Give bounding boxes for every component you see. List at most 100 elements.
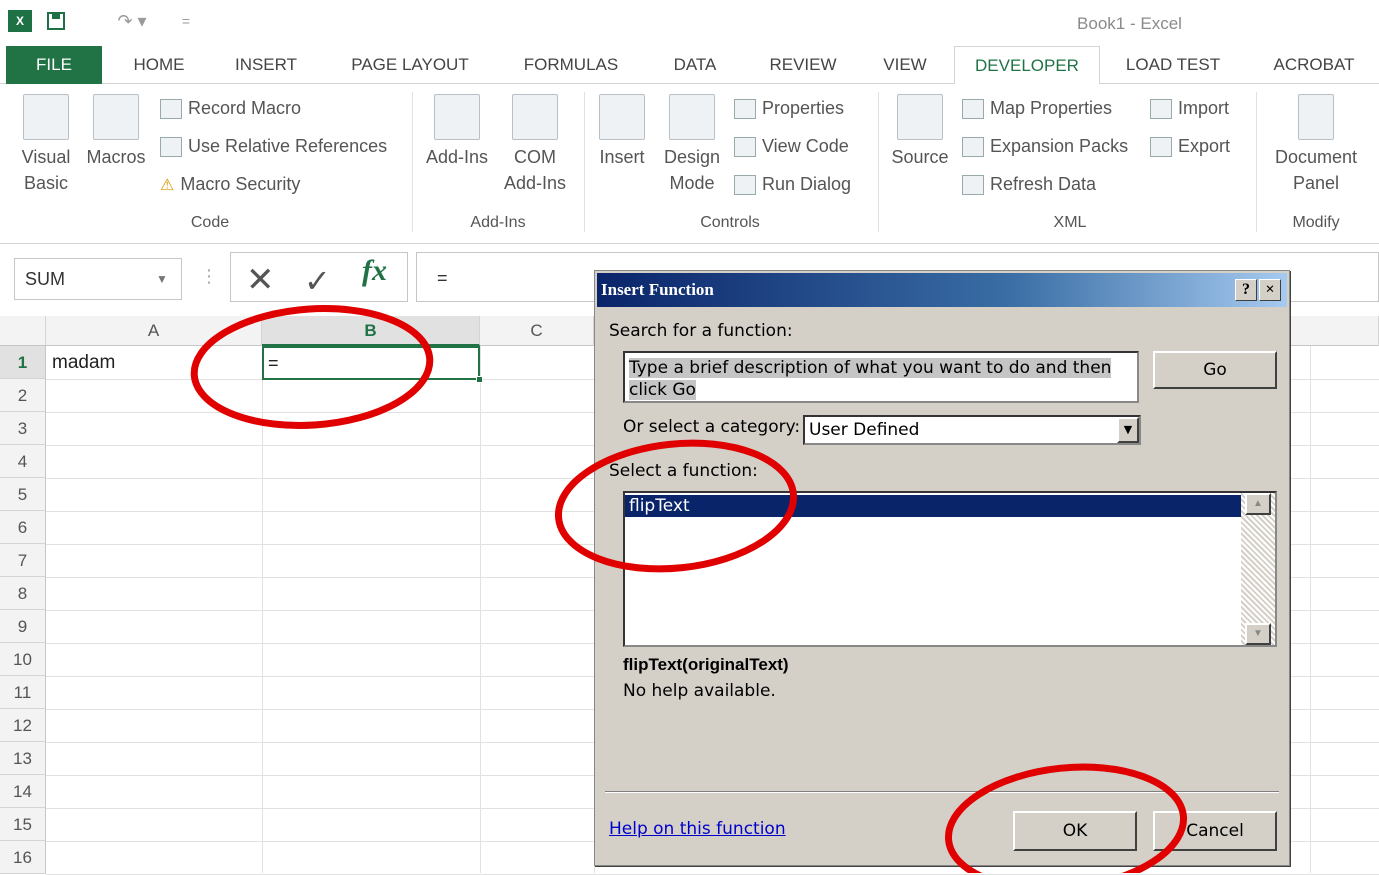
relative-references-icon	[160, 136, 182, 157]
record-macro-button[interactable]: Record Macro	[160, 98, 301, 119]
row-header-11[interactable]: 11	[0, 676, 46, 709]
ribbon: Visual Basic Macros Record Macro Use Rel…	[0, 84, 1379, 244]
row-header-4[interactable]: 4	[0, 445, 46, 478]
select-all-corner[interactable]	[0, 316, 46, 346]
group-separator	[584, 92, 585, 232]
import-button[interactable]: Import	[1150, 98, 1229, 119]
map-properties-button[interactable]: Map Properties	[962, 98, 1112, 119]
macros-button[interactable]: Macros	[82, 94, 150, 170]
document-panel-icon	[1298, 94, 1334, 140]
gridline-column	[262, 346, 263, 873]
insert-control-button[interactable]: Insert	[592, 94, 652, 170]
expansion-packs-button[interactable]: Expansion Packs	[962, 136, 1128, 157]
row-header-2[interactable]: 2	[0, 379, 46, 412]
tab-insert[interactable]: INSERT	[228, 46, 304, 84]
check-icon[interactable]: ✓	[304, 262, 331, 300]
row-header-16[interactable]: 16	[0, 841, 46, 874]
go-button[interactable]: Go	[1153, 351, 1277, 389]
row-header-1[interactable]: 1	[0, 346, 46, 379]
tab-developer[interactable]: DEVELOPER	[954, 46, 1100, 85]
refresh-data-icon	[962, 174, 984, 195]
add-ins-button[interactable]: Add-Ins	[418, 94, 496, 170]
macro-security-button[interactable]: ⚠ Macro Security	[160, 174, 300, 195]
expansion-packs-icon	[962, 136, 984, 157]
dialog-title: Insert Function	[601, 280, 714, 299]
tab-formulas[interactable]: FORMULAS	[514, 46, 628, 84]
function-description: No help available.	[623, 681, 776, 701]
tab-acrobat[interactable]: ACROBAT	[1262, 46, 1366, 84]
group-label-add-ins: Add-Ins	[470, 214, 526, 231]
tab-view[interactable]: VIEW	[876, 46, 934, 84]
column-header-b[interactable]: B	[262, 316, 480, 346]
insert-function-icon[interactable]: fx	[362, 254, 387, 288]
row-header-8[interactable]: 8	[0, 577, 46, 610]
function-signature: flipText(originalText)	[623, 655, 789, 674]
row-header-14[interactable]: 14	[0, 775, 46, 808]
help-button[interactable]: ?	[1235, 279, 1257, 301]
cell-a1[interactable]: madam	[52, 352, 115, 374]
column-header-a[interactable]: A	[46, 316, 262, 346]
chevron-down-icon[interactable]: ▼	[1117, 417, 1139, 443]
title-bar: X ↷ ▾ = Book1 - Excel	[0, 0, 1379, 46]
design-mode-icon	[669, 94, 715, 140]
gridline-column	[1310, 346, 1311, 873]
scrollbar[interactable]: ▲ ▼	[1241, 493, 1275, 645]
tab-home[interactable]: HOME	[124, 46, 194, 84]
com-add-ins-button[interactable]: COM Add-Ins	[498, 94, 572, 196]
help-link[interactable]: Help on this function	[609, 819, 786, 839]
function-list[interactable]: flipText ▲ ▼	[623, 491, 1277, 647]
scroll-up-icon[interactable]: ▲	[1245, 493, 1271, 515]
document-panel-button[interactable]: Document Panel	[1264, 94, 1368, 196]
fill-handle[interactable]	[476, 376, 483, 383]
row-header-9[interactable]: 9	[0, 610, 46, 643]
design-mode-button[interactable]: Design Mode	[658, 94, 726, 196]
export-button[interactable]: Export	[1150, 136, 1230, 157]
view-code-button[interactable]: View Code	[734, 136, 849, 157]
drag-handle-icon[interactable]: ⋮	[200, 266, 218, 287]
cancel-button[interactable]: Cancel	[1153, 811, 1277, 851]
category-value: User Defined	[809, 420, 920, 440]
record-macro-icon	[160, 98, 182, 119]
cancel-icon[interactable]: ✕	[246, 260, 275, 300]
row-header-5[interactable]: 5	[0, 478, 46, 511]
row-header-6[interactable]: 6	[0, 511, 46, 544]
group-label-xml: XML	[1053, 214, 1087, 231]
visual-basic-button[interactable]: Visual Basic	[14, 94, 78, 196]
tab-load-test[interactable]: LOAD TEST	[1116, 46, 1230, 84]
ok-button[interactable]: OK	[1013, 811, 1137, 851]
close-button[interactable]: ×	[1259, 279, 1281, 301]
row-header-3[interactable]: 3	[0, 412, 46, 445]
scroll-down-icon[interactable]: ▼	[1245, 623, 1271, 645]
search-input[interactable]: Type a brief description of what you wan…	[623, 351, 1139, 403]
row-header-7[interactable]: 7	[0, 544, 46, 577]
run-dialog-icon	[734, 174, 756, 195]
tab-review[interactable]: REVIEW	[762, 46, 844, 84]
group-separator	[878, 92, 879, 232]
row-header-12[interactable]: 12	[0, 709, 46, 742]
row-header-10[interactable]: 10	[0, 643, 46, 676]
category-select[interactable]: User Defined ▼	[803, 415, 1141, 445]
chevron-down-icon[interactable]: ▼	[156, 272, 168, 286]
row-header-13[interactable]: 13	[0, 742, 46, 775]
dialog-divider	[605, 791, 1279, 793]
tab-data[interactable]: DATA	[662, 46, 728, 84]
search-input-text: Type a brief description of what you wan…	[629, 358, 1112, 400]
row-header-15[interactable]: 15	[0, 808, 46, 841]
window-title: Book1 - Excel	[1077, 14, 1182, 33]
tab-file[interactable]: FILE	[6, 46, 102, 84]
tab-page-layout[interactable]: PAGE LAYOUT	[340, 46, 480, 84]
cell-b1-active[interactable]: =	[262, 346, 480, 380]
select-function-label: Select a function:	[609, 461, 758, 481]
group-label-code: Code	[190, 214, 230, 231]
refresh-data-button[interactable]: Refresh Data	[962, 174, 1096, 195]
ribbon-tabs: FILE HOME INSERT PAGE LAYOUT FORMULAS DA…	[0, 46, 1379, 85]
column-header-c[interactable]: C	[480, 316, 594, 346]
properties-button[interactable]: Properties	[734, 98, 844, 119]
list-item-fliptext[interactable]: flipText	[625, 495, 1243, 517]
properties-icon	[734, 98, 756, 119]
run-dialog-button[interactable]: Run Dialog	[734, 174, 851, 195]
dialog-title-bar[interactable]: Insert Function ? ×	[597, 273, 1287, 307]
use-relative-references-button[interactable]: Use Relative References	[160, 136, 387, 157]
category-label: Or select a category:	[623, 417, 801, 437]
source-button[interactable]: Source	[884, 94, 956, 170]
